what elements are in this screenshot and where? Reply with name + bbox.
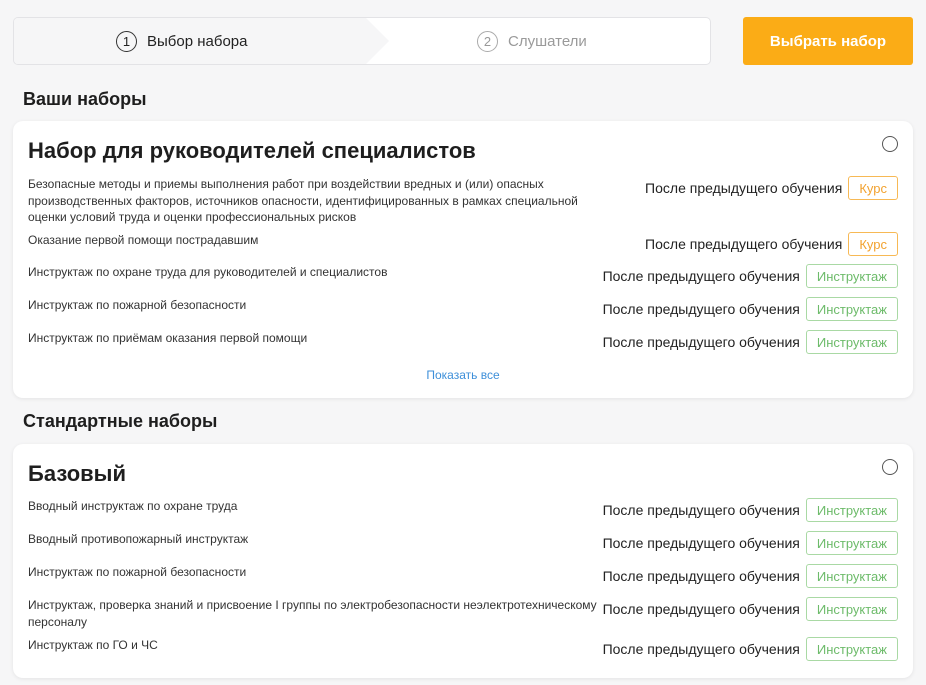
set-card-managers[interactable]: Набор для руководителей специалистов Без… — [13, 121, 913, 398]
set-item-type-badge: Инструктаж — [805, 498, 898, 522]
set-item-type-badge: Инструктаж — [805, 597, 898, 621]
set-item-name: Инструктаж по пожарной безопасности — [28, 565, 247, 579]
set-item-schedule: После предыдущего обучения — [602, 268, 800, 284]
set-item-type-badge: Курс — [848, 232, 898, 256]
step-select-set[interactable]: 1 Выбор набора — [116, 18, 247, 64]
set-item-schedule: После предыдущего обучения — [602, 334, 800, 350]
set-item-name: Инструктаж, проверка знаний и присвоение… — [28, 598, 597, 629]
set-item-schedule: После предыдущего обучения — [645, 236, 843, 252]
set-item-name: Инструктаж по приёмам оказания первой по… — [28, 331, 308, 345]
set-item-schedule: После предыдущего обучения — [602, 601, 800, 617]
set-card-basic[interactable]: Базовый Вводный инструктаж по охране тру… — [13, 444, 913, 678]
step-label: Слушатели — [508, 32, 587, 50]
set-item-schedule: После предыдущего обучения — [602, 502, 800, 518]
set-item-name: Инструктаж по пожарной безопасности — [28, 298, 247, 312]
set-item-name: Вводный инструктаж по охране труда — [28, 499, 238, 513]
section-title-standard-sets: Стандартные наборы — [23, 411, 218, 431]
select-set-button[interactable]: Выбрать набор — [743, 17, 913, 65]
show-all-link[interactable]: Показать все — [13, 368, 913, 382]
step-listeners[interactable]: 2 Слушатели — [477, 18, 587, 64]
step-label: Выбор набора — [147, 32, 248, 50]
set-item-schedule: После предыдущего обучения — [602, 568, 800, 584]
set-radio[interactable] — [882, 459, 898, 475]
step-number: 2 — [477, 30, 498, 52]
set-item-schedule: После предыдущего обучения — [602, 301, 800, 317]
set-title: Базовый — [28, 461, 126, 486]
step-number: 1 — [116, 30, 137, 52]
stepper: 1 Выбор набора 2 Слушатели — [13, 17, 711, 65]
set-item-type-badge: Инструктаж — [805, 564, 898, 588]
set-item-schedule: После предыдущего обучения — [602, 535, 800, 551]
set-item-type-badge: Инструктаж — [805, 531, 898, 555]
set-item-name: Безопасные методы и приемы выполнения ра… — [28, 177, 578, 224]
set-item-type-badge: Инструктаж — [805, 330, 898, 354]
set-item-type-badge: Инструктаж — [805, 637, 898, 661]
set-radio[interactable] — [882, 136, 898, 152]
set-item-name: Инструктаж по ГО и ЧС — [28, 638, 158, 652]
set-item-type-badge: Инструктаж — [805, 297, 898, 321]
section-title-your-sets: Ваши наборы — [23, 89, 147, 109]
set-item-schedule: После предыдущего обучения — [645, 180, 843, 196]
set-item-type-badge: Инструктаж — [805, 264, 898, 288]
set-item-schedule: После предыдущего обучения — [602, 641, 800, 657]
set-item-name: Вводный противопожарный инструктаж — [28, 532, 249, 546]
set-item-name: Оказание первой помощи пострадавшим — [28, 233, 259, 247]
set-item-type-badge: Курс — [848, 176, 898, 200]
set-item-name: Инструктаж по охране труда для руководит… — [28, 265, 388, 279]
set-title: Набор для руководителей специалистов — [28, 138, 476, 163]
